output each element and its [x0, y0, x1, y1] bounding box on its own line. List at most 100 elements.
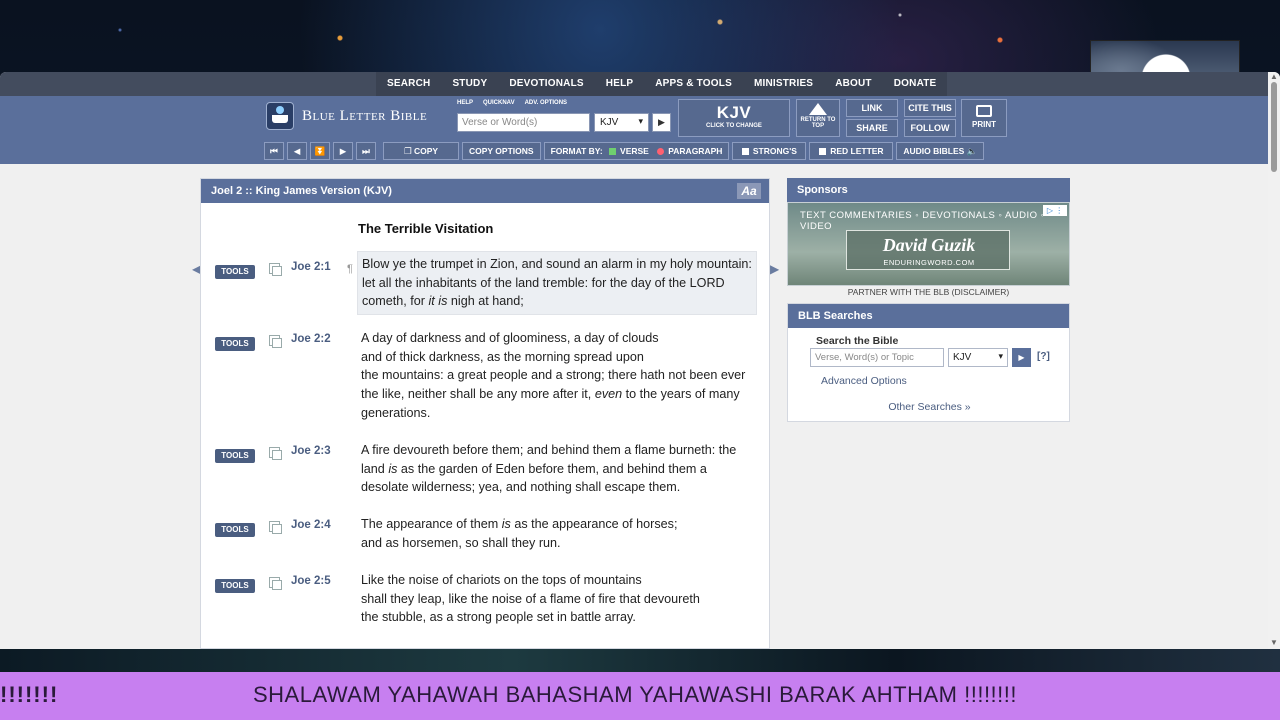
search-help-link[interactable]: [?] — [1037, 351, 1050, 362]
logo-text: Blue Letter Bible — [302, 107, 428, 124]
verse-search-input[interactable]: Verse or Word(s) — [457, 113, 590, 132]
share-button[interactable]: SHARE — [846, 119, 898, 137]
copy-verse-icon[interactable] — [269, 521, 282, 534]
verse-tools-button[interactable]: TOOLS — [215, 449, 255, 463]
site-header: Blue Letter Bible HELP QUICKNAV ADV. OPTIO… — [0, 96, 1268, 164]
nav-item-devotionals[interactable]: DEVOTIONALS — [498, 72, 594, 96]
strongs-checkbox-icon — [741, 148, 749, 155]
copy-verse-icon[interactable] — [269, 335, 282, 348]
cite-this-button[interactable]: CITE THIS — [904, 99, 956, 117]
red-letter-label: RED LETTER — [830, 146, 884, 156]
printer-icon — [976, 105, 992, 117]
panel-title-bar: Joel 2 :: King James Version (KJV) Aa — [201, 179, 769, 203]
format-paragraph-option[interactable]: PARAGRAPH — [657, 146, 722, 156]
verse-reference[interactable]: Joe 2:3 — [291, 445, 331, 457]
version-label: KJV — [716, 103, 752, 122]
scroll-down-icon[interactable]: ▼ — [1270, 638, 1278, 647]
verse-reference[interactable]: Joe 2:2 — [291, 333, 331, 345]
arrow-up-icon — [809, 103, 827, 115]
verse-tools-button[interactable]: TOOLS — [215, 579, 255, 593]
copy-label: COPY — [413, 146, 439, 156]
bible-text-panel: Joel 2 :: King James Version (KJV) Aa Th… — [200, 178, 770, 649]
link-label: LINK — [861, 103, 883, 113]
paragraph-mark-icon: ¶ — [347, 263, 353, 275]
reader-toolbar: ⏮ ◀ ⏬ ▶ ⏭ ❐ COPY COPY OPTIONS FORMAT BY:… — [264, 142, 985, 160]
banner-exclamations: !!!!!!! — [0, 682, 59, 707]
other-searches-link[interactable]: Other Searches » — [788, 401, 1071, 413]
speaker-icon: 🔈 — [964, 146, 978, 156]
searches-title: BLB Searches — [788, 304, 1069, 328]
strongs-label: STRONG'S — [752, 146, 797, 156]
header-link-help[interactable]: HELP — [457, 100, 473, 106]
blb-searches-panel: BLB Searches Search the Bible Verse, Wor… — [787, 303, 1070, 422]
verse-tools-button[interactable]: TOOLS — [215, 265, 255, 279]
nav-item-apps-tools[interactable]: APPS & TOOLS — [644, 72, 743, 96]
nav-item-ministries[interactable]: MINISTRIES — [743, 72, 824, 96]
nav-item-search[interactable]: SEARCH — [376, 72, 441, 96]
sidebar-version-select[interactable]: KJV ▾ — [948, 348, 1008, 367]
paragraph-label: PARAGRAPH — [668, 146, 723, 156]
scrollbar-thumb[interactable] — [1271, 82, 1277, 172]
copy-verse-icon[interactable] — [269, 263, 282, 276]
verse-reference[interactable]: Joe 2:5 — [291, 575, 331, 587]
header-link-adv-options[interactable]: ADV. OPTIONS — [525, 100, 567, 106]
font-size-toggle[interactable]: Aa — [737, 183, 761, 199]
nav-item-about[interactable]: ABOUT — [824, 72, 883, 96]
copy-icon: ❐ — [403, 146, 414, 156]
verse-reference[interactable]: Joe 2:4 — [291, 519, 331, 531]
chevron-down-icon: ▾ — [638, 116, 643, 126]
last-chapter-button[interactable]: ⏭ — [356, 142, 376, 160]
sponsors-panel: Sponsors TEXT COMMENTARIES ◦ DEVOTIONALS… — [787, 178, 1070, 288]
header-link-quicknav[interactable]: QUICKNAV — [483, 100, 515, 106]
version-change-button[interactable]: KJV CLICK TO CHANGE — [678, 99, 790, 137]
return-to-top-button[interactable]: RETURN TO TOP — [796, 99, 840, 137]
verse-tools-button[interactable]: TOOLS — [215, 523, 255, 537]
copy-button[interactable]: ❐ COPY — [383, 142, 459, 160]
partner-link[interactable]: PARTNER WITH THE BLB (DISCLAIMER) — [787, 287, 1070, 297]
browser-window: SEARCH STUDY DEVOTIONALS HELP APPS & TOOLS MI… — [0, 72, 1280, 649]
stream-banner: !!!!!!! SHALAWAM YAHAWAH BAHASHAM YAHAWA… — [0, 672, 1280, 720]
scroll-up-icon[interactable]: ▲ — [1270, 72, 1278, 81]
strongs-toggle[interactable]: STRONG'S — [732, 142, 807, 160]
previous-chapter-button[interactable]: ◀ — [287, 142, 307, 160]
red-letter-toggle[interactable]: RED LETTER — [809, 142, 894, 160]
page-scrollbar[interactable]: ▲ ▼ — [1268, 72, 1280, 649]
version-select[interactable]: KJV ▾ — [594, 113, 649, 132]
nav-item-study[interactable]: STUDY — [441, 72, 498, 96]
search-go-button[interactable]: ▶ — [652, 113, 671, 132]
verse-text: Blow ye the trumpet in Zion, and sound a… — [357, 251, 757, 316]
verse-tools-button[interactable]: TOOLS — [215, 337, 255, 351]
ad-choices-icon[interactable]: ▷ ⋮ — [1043, 205, 1067, 216]
advanced-options-link[interactable]: Advanced Options — [821, 375, 907, 387]
first-chapter-button[interactable]: ⏮ — [264, 142, 284, 160]
follow-button[interactable]: FOLLOW — [904, 119, 956, 137]
verse-text: A day of darkness and of gloominess, a d… — [361, 331, 746, 420]
chapter-next-arrow-icon[interactable]: ▶ — [770, 262, 779, 276]
sidebar-search-input[interactable]: Verse, Word(s) or Topic — [810, 348, 944, 367]
blb-logo[interactable]: Blue Letter Bible — [266, 102, 427, 130]
copy-verse-icon[interactable] — [269, 577, 282, 590]
chapter-title: Joel 2 :: King James Version (KJV) — [211, 185, 392, 197]
sponsor-ad[interactable]: TEXT COMMENTARIES ◦ DEVOTIONALS ◦ AUDIO … — [787, 202, 1070, 286]
sidebar-search-button[interactable]: ▶ — [1012, 348, 1031, 367]
verse-label: VERSE — [620, 146, 649, 156]
verse-reference[interactable]: Joe 2:1 — [291, 261, 331, 273]
copy-options-button[interactable]: COPY OPTIONS — [462, 142, 541, 160]
header-mini-links: HELP QUICKNAV ADV. OPTIONS — [457, 100, 567, 106]
chapter-select-button[interactable]: ⏬ — [310, 142, 330, 160]
link-button[interactable]: LINK — [846, 99, 898, 117]
follow-label: FOLLOW — [910, 123, 950, 133]
print-button[interactable]: PRINT — [961, 99, 1007, 137]
next-chapter-button[interactable]: ▶ — [333, 142, 353, 160]
search-the-bible-label: Search the Bible — [816, 335, 899, 347]
red-letter-checkbox-icon — [819, 148, 827, 155]
format-verse-option[interactable]: VERSE — [609, 146, 649, 156]
copy-verse-icon[interactable] — [269, 447, 282, 460]
ad-logo-box: David Guzik ENDURINGWORD.COM — [846, 230, 1010, 270]
nav-item-donate[interactable]: DONATE — [883, 72, 948, 96]
return-to-top-label: RETURN TO TOP — [800, 117, 836, 129]
nav-item-help[interactable]: HELP — [595, 72, 644, 96]
verse-text: Like the noise of chariots on the tops o… — [361, 573, 700, 625]
audio-bibles-button[interactable]: AUDIO BIBLES 🔈 — [896, 142, 985, 160]
version-select-value: KJV — [600, 117, 619, 128]
